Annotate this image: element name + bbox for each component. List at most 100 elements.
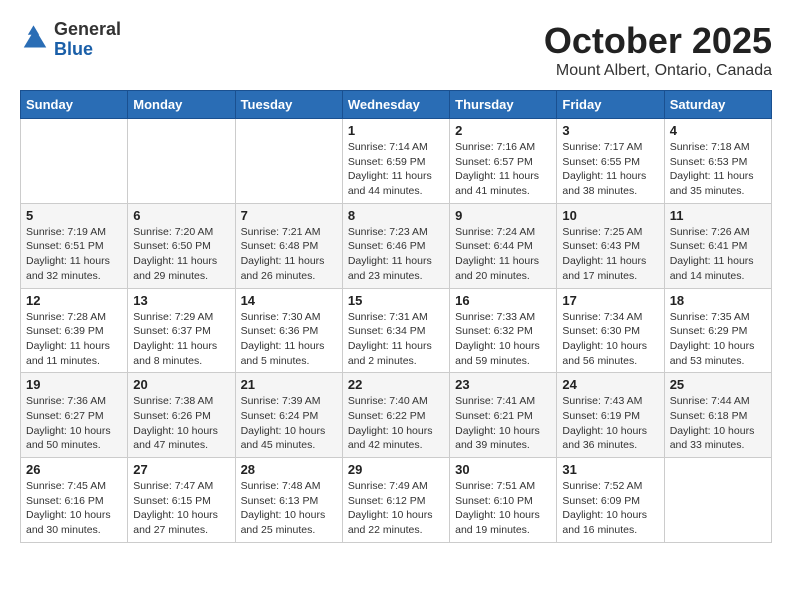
weekday-header-row: SundayMondayTuesdayWednesdayThursdayFrid… (21, 91, 772, 119)
weekday-header-monday: Monday (128, 91, 235, 119)
day-cell: 18 Sunrise: 7:35 AM Sunset: 6:29 PM Dayli… (664, 288, 771, 373)
day-cell (128, 119, 235, 204)
day-info: Sunrise: 7:49 AM Sunset: 6:12 PM Dayligh… (348, 479, 444, 538)
day-cell (664, 458, 771, 543)
day-cell: 6Sunrise: 7:20 AM Sunset: 6:50 PM Daylig… (128, 203, 235, 288)
logo-text: General Blue (54, 20, 121, 60)
day-cell: 4 Sunrise: 7:18 AM Sunset: 6:53 PM Daylig… (664, 119, 771, 204)
day-cell: 8 Sunrise: 7:23 AM Sunset: 6:46 PM Daylig… (342, 203, 449, 288)
day-cell: 11Sunrise: 7:26 AM Sunset: 6:41 PM Dayli… (664, 203, 771, 288)
day-cell: 15 Sunrise: 7:31 AM Sunset: 6:34 PM Dayli… (342, 288, 449, 373)
day-number: 5 (26, 208, 122, 223)
day-info: Sunrise: 7:35 AM Sunset: 6:29 PM Dayligh… (670, 310, 766, 369)
page-header: General Blue October 2025 Mount Albert, … (20, 20, 772, 80)
day-cell: 26 Sunrise: 7:45 AM Sunset: 6:16 PM Dayli… (21, 458, 128, 543)
day-cell (235, 119, 342, 204)
weekday-header-saturday: Saturday (664, 91, 771, 119)
week-row-2: 5 Sunrise: 7:19 AM Sunset: 6:51 PM Daylig… (21, 203, 772, 288)
day-cell: 13Sunrise: 7:29 AM Sunset: 6:37 PM Dayli… (128, 288, 235, 373)
day-info: Sunrise: 7:30 AM Sunset: 6:36 PM Dayligh… (241, 310, 337, 369)
day-info: Sunrise: 7:41 AM Sunset: 6:21 PM Dayligh… (455, 394, 551, 453)
day-info: Sunrise: 7:43 AM Sunset: 6:19 PM Dayligh… (562, 394, 658, 453)
day-cell: 5 Sunrise: 7:19 AM Sunset: 6:51 PM Daylig… (21, 203, 128, 288)
day-info: Sunrise: 7:38 AM Sunset: 6:26 PM Dayligh… (133, 394, 229, 453)
day-number: 31 (562, 462, 658, 477)
week-row-3: 12 Sunrise: 7:28 AM Sunset: 6:39 PM Dayli… (21, 288, 772, 373)
day-info: Sunrise: 7:48 AM Sunset: 6:13 PM Dayligh… (241, 479, 337, 538)
day-info: Sunrise: 7:14 AM Sunset: 6:59 PM Dayligh… (348, 140, 444, 199)
day-number: 27 (133, 462, 229, 477)
day-number: 17 (562, 293, 658, 308)
weekday-header-tuesday: Tuesday (235, 91, 342, 119)
calendar-table: SundayMondayTuesdayWednesdayThursdayFrid… (20, 90, 772, 543)
month-title: October 2025 (544, 20, 772, 62)
day-cell: 22 Sunrise: 7:40 AM Sunset: 6:22 PM Dayli… (342, 373, 449, 458)
day-cell: 9 Sunrise: 7:24 AM Sunset: 6:44 PM Daylig… (450, 203, 557, 288)
day-number: 20 (133, 377, 229, 392)
day-number: 22 (348, 377, 444, 392)
week-row-4: 19Sunrise: 7:36 AM Sunset: 6:27 PM Dayli… (21, 373, 772, 458)
day-number: 2 (455, 123, 551, 138)
day-info: Sunrise: 7:25 AM Sunset: 6:43 PM Dayligh… (562, 225, 658, 284)
day-cell: 3 Sunrise: 7:17 AM Sunset: 6:55 PM Daylig… (557, 119, 664, 204)
day-number: 18 (670, 293, 766, 308)
day-info: Sunrise: 7:31 AM Sunset: 6:34 PM Dayligh… (348, 310, 444, 369)
day-number: 25 (670, 377, 766, 392)
day-info: Sunrise: 7:47 AM Sunset: 6:15 PM Dayligh… (133, 479, 229, 538)
day-number: 9 (455, 208, 551, 223)
day-cell: 29Sunrise: 7:49 AM Sunset: 6:12 PM Dayli… (342, 458, 449, 543)
day-info: Sunrise: 7:20 AM Sunset: 6:50 PM Dayligh… (133, 225, 229, 284)
day-info: Sunrise: 7:33 AM Sunset: 6:32 PM Dayligh… (455, 310, 551, 369)
day-number: 26 (26, 462, 122, 477)
day-cell: 25Sunrise: 7:44 AM Sunset: 6:18 PM Dayli… (664, 373, 771, 458)
day-number: 10 (562, 208, 658, 223)
weekday-header-thursday: Thursday (450, 91, 557, 119)
day-number: 15 (348, 293, 444, 308)
logo-general: General (54, 20, 121, 40)
day-cell: 10 Sunrise: 7:25 AM Sunset: 6:43 PM Dayli… (557, 203, 664, 288)
day-cell: 21Sunrise: 7:39 AM Sunset: 6:24 PM Dayli… (235, 373, 342, 458)
day-info: Sunrise: 7:17 AM Sunset: 6:55 PM Dayligh… (562, 140, 658, 199)
day-info: Sunrise: 7:18 AM Sunset: 6:53 PM Dayligh… (670, 140, 766, 199)
day-info: Sunrise: 7:16 AM Sunset: 6:57 PM Dayligh… (455, 140, 551, 199)
day-cell: 30 Sunrise: 7:51 AM Sunset: 6:10 PM Dayli… (450, 458, 557, 543)
day-cell: 12 Sunrise: 7:28 AM Sunset: 6:39 PM Dayli… (21, 288, 128, 373)
day-info: Sunrise: 7:24 AM Sunset: 6:44 PM Dayligh… (455, 225, 551, 284)
day-info: Sunrise: 7:40 AM Sunset: 6:22 PM Dayligh… (348, 394, 444, 453)
weekday-header-wednesday: Wednesday (342, 91, 449, 119)
day-cell: 28 Sunrise: 7:48 AM Sunset: 6:13 PM Dayli… (235, 458, 342, 543)
day-number: 14 (241, 293, 337, 308)
day-number: 12 (26, 293, 122, 308)
day-cell: 2 Sunrise: 7:16 AM Sunset: 6:57 PM Daylig… (450, 119, 557, 204)
day-cell: 31 Sunrise: 7:52 AM Sunset: 6:09 PM Dayli… (557, 458, 664, 543)
day-info: Sunrise: 7:29 AM Sunset: 6:37 PM Dayligh… (133, 310, 229, 369)
day-cell (21, 119, 128, 204)
day-info: Sunrise: 7:19 AM Sunset: 6:51 PM Dayligh… (26, 225, 122, 284)
weekday-header-friday: Friday (557, 91, 664, 119)
day-number: 30 (455, 462, 551, 477)
day-number: 4 (670, 123, 766, 138)
day-info: Sunrise: 7:52 AM Sunset: 6:09 PM Dayligh… (562, 479, 658, 538)
day-info: Sunrise: 7:45 AM Sunset: 6:16 PM Dayligh… (26, 479, 122, 538)
day-number: 3 (562, 123, 658, 138)
day-info: Sunrise: 7:51 AM Sunset: 6:10 PM Dayligh… (455, 479, 551, 538)
day-number: 24 (562, 377, 658, 392)
day-info: Sunrise: 7:28 AM Sunset: 6:39 PM Dayligh… (26, 310, 122, 369)
day-cell: 16Sunrise: 7:33 AM Sunset: 6:32 PM Dayli… (450, 288, 557, 373)
location: Mount Albert, Ontario, Canada (544, 62, 772, 80)
day-info: Sunrise: 7:34 AM Sunset: 6:30 PM Dayligh… (562, 310, 658, 369)
day-number: 1 (348, 123, 444, 138)
day-number: 8 (348, 208, 444, 223)
day-cell: 27 Sunrise: 7:47 AM Sunset: 6:15 PM Dayli… (128, 458, 235, 543)
day-number: 28 (241, 462, 337, 477)
day-info: Sunrise: 7:39 AM Sunset: 6:24 PM Dayligh… (241, 394, 337, 453)
day-cell: 24 Sunrise: 7:43 AM Sunset: 6:19 PM Dayli… (557, 373, 664, 458)
day-cell: 23Sunrise: 7:41 AM Sunset: 6:21 PM Dayli… (450, 373, 557, 458)
day-cell: 1 Sunrise: 7:14 AM Sunset: 6:59 PM Daylig… (342, 119, 449, 204)
week-row-1: 1 Sunrise: 7:14 AM Sunset: 6:59 PM Daylig… (21, 119, 772, 204)
day-info: Sunrise: 7:23 AM Sunset: 6:46 PM Dayligh… (348, 225, 444, 284)
day-number: 7 (241, 208, 337, 223)
day-cell: 14 Sunrise: 7:30 AM Sunset: 6:36 PM Dayli… (235, 288, 342, 373)
day-cell: 20 Sunrise: 7:38 AM Sunset: 6:26 PM Dayli… (128, 373, 235, 458)
day-info: Sunrise: 7:36 AM Sunset: 6:27 PM Dayligh… (26, 394, 122, 453)
